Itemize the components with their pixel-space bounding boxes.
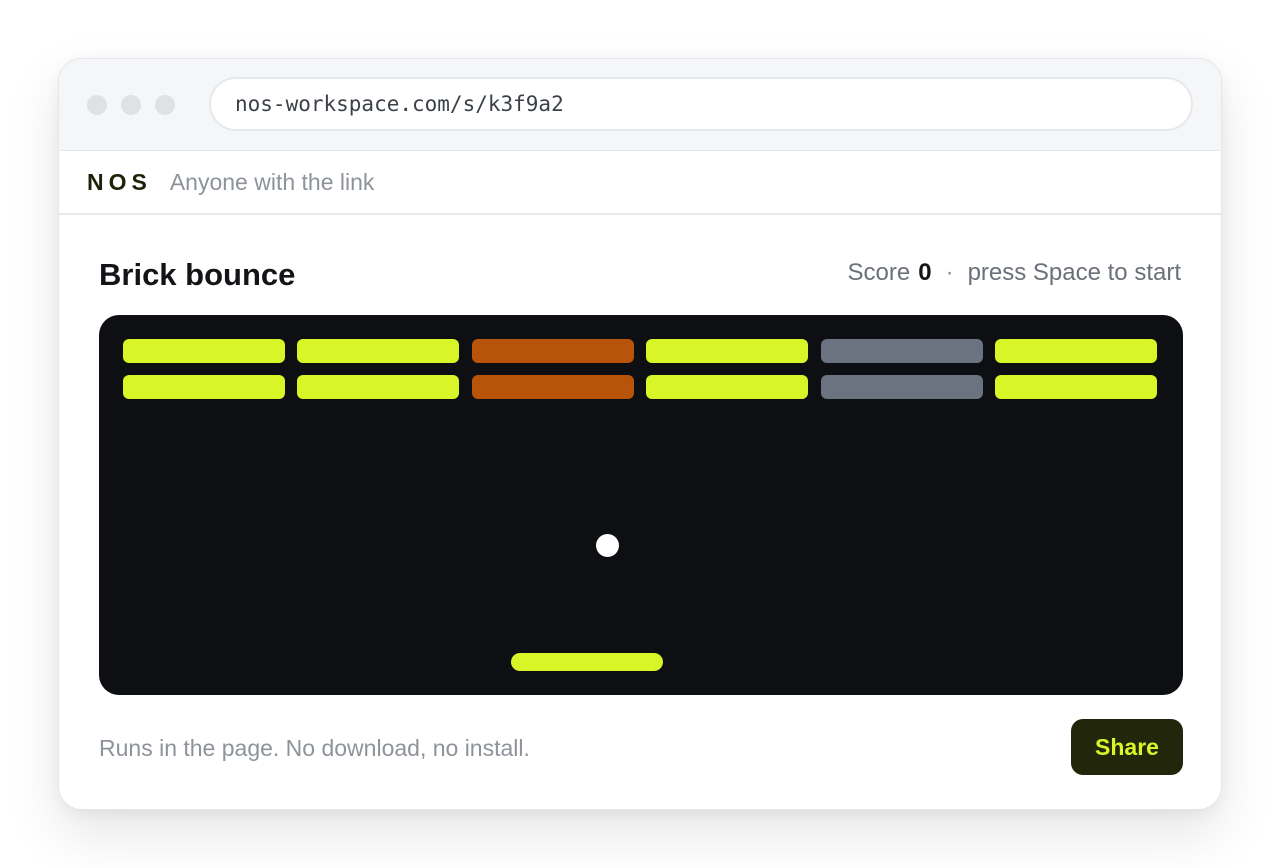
share-button[interactable]: Share — [1071, 719, 1183, 775]
brick — [995, 375, 1157, 399]
brick — [297, 375, 460, 399]
browser-window: nos-workspace.com/s/k3f9a2 NOS Anyone wi… — [58, 58, 1222, 810]
start-hint: press Space to start — [967, 259, 1181, 286]
footer-note: Runs in the page. No download, no instal… — [99, 735, 530, 761]
brick — [297, 339, 460, 363]
browser-chrome: nos-workspace.com/s/k3f9a2 — [59, 59, 1221, 151]
brick — [646, 375, 809, 399]
address-bar[interactable]: nos-workspace.com/s/k3f9a2 — [209, 77, 1193, 131]
brick — [820, 339, 983, 363]
brand-logo[interactable]: NOS — [87, 169, 152, 196]
address-url: nos-workspace.com/s/k3f9a2 — [235, 92, 564, 116]
score-label: Score — [847, 259, 911, 286]
access-label: Anyone with the link — [169, 168, 375, 195]
paddle[interactable] — [511, 653, 663, 671]
brick — [123, 375, 285, 399]
brick — [471, 339, 634, 363]
app-topbar: NOS Anyone with the link — [59, 151, 1221, 215]
minimize-dot[interactable] — [121, 95, 141, 115]
close-dot[interactable] — [87, 95, 107, 115]
brick — [471, 375, 634, 399]
game-status: Score 0 · press Space to start — [848, 259, 1182, 287]
ball — [596, 534, 619, 557]
game-board[interactable] — [99, 315, 1183, 695]
brick — [820, 375, 983, 399]
brick — [646, 339, 809, 363]
page-title: Brick bounce — [99, 257, 296, 292]
status-separator: · — [945, 259, 954, 286]
score-value: 0 — [918, 259, 932, 286]
brick — [123, 339, 285, 363]
maximize-dot[interactable] — [155, 95, 175, 115]
brick — [995, 339, 1157, 363]
